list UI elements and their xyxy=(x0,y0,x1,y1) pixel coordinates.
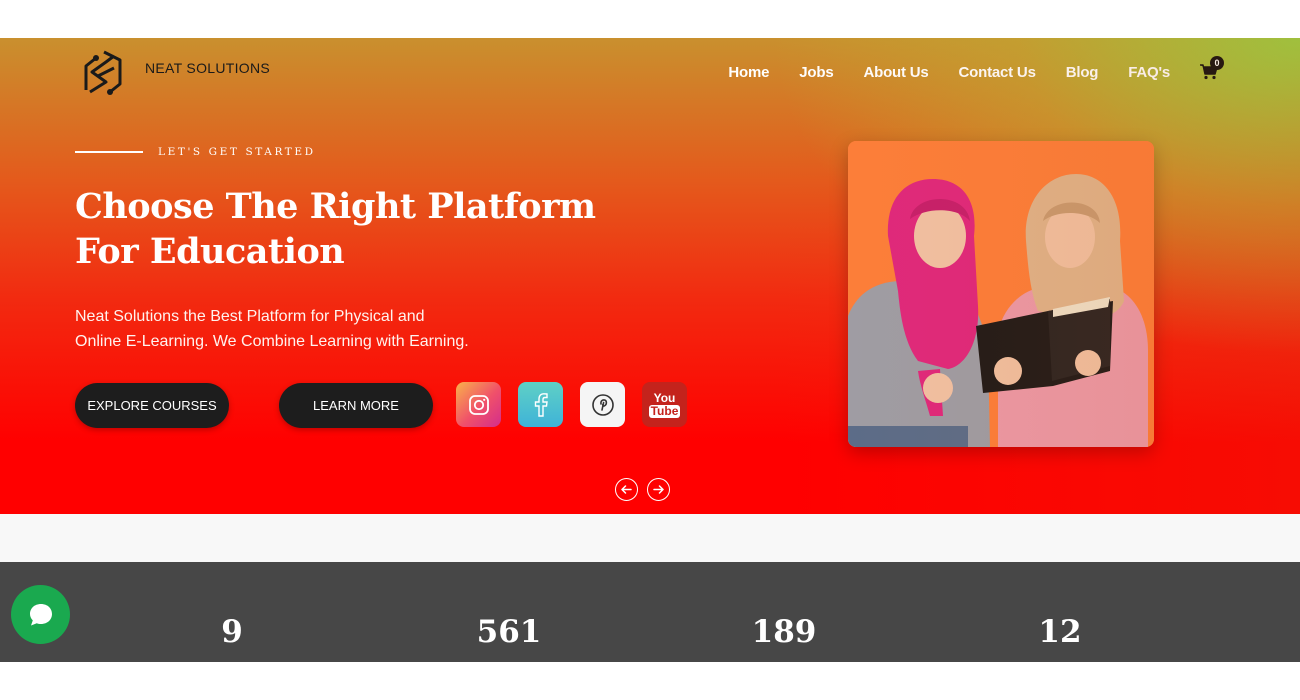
stat-value-1: 9 xyxy=(221,614,243,650)
youtube-icon: You Tube xyxy=(648,390,681,418)
slider-controls xyxy=(615,478,679,501)
next-slide-button[interactable] xyxy=(647,478,670,501)
hero-title-line1: Choose The Right Platform xyxy=(75,186,596,227)
hero-image xyxy=(848,141,1154,447)
chat-bubble-icon xyxy=(29,603,52,625)
brand-name: NEAT SOLUTIONS xyxy=(145,60,271,76)
instagram-icon xyxy=(468,394,489,415)
eyebrow-divider xyxy=(75,151,143,153)
cart-button[interactable]: 0 xyxy=(1200,56,1224,82)
learn-more-button[interactable]: LEARN MORE xyxy=(279,383,433,428)
facebook-link[interactable] xyxy=(518,382,563,427)
hero-description-line2: Online E-Learning. We Combine Learning w… xyxy=(75,333,469,350)
stat-value-3: 189 xyxy=(751,614,817,650)
youtube-text-top: You xyxy=(653,390,676,405)
hero-description: Neat Solutions the Best Platform for Phy… xyxy=(75,304,555,354)
hero-description-line1: Neat Solutions the Best Platform for Phy… xyxy=(75,308,425,325)
hero-title: Choose The Right Platform For Education xyxy=(75,184,596,274)
ns-monogram-icon xyxy=(84,50,122,95)
explore-courses-button[interactable]: EXPLORE COURSES xyxy=(75,383,229,428)
nav-blog[interactable]: Blog xyxy=(1066,64,1099,81)
instagram-link[interactable] xyxy=(456,382,501,427)
nav-about-us[interactable]: About Us xyxy=(863,64,928,81)
hero-eyebrow: LET'S GET STARTED xyxy=(75,146,316,158)
hero-section: NEAT SOLUTIONS Home Jobs About Us Contac… xyxy=(0,38,1300,514)
nav-contact-us[interactable]: Contact Us xyxy=(959,64,1036,81)
nav-faqs[interactable]: FAQ's xyxy=(1128,64,1170,81)
facebook-icon xyxy=(534,392,548,417)
stats-section: 9 561 189 12 xyxy=(0,562,1300,662)
main-nav: Home Jobs About Us Contact Us Blog FAQ's… xyxy=(698,56,1224,82)
eyebrow-text: LET'S GET STARTED xyxy=(158,146,316,158)
youtube-text-bottom: Tube xyxy=(648,403,681,418)
stat-value-4: 12 xyxy=(1038,614,1082,650)
pinterest-link[interactable] xyxy=(580,382,625,427)
chat-button[interactable] xyxy=(11,585,70,644)
arrow-left-icon xyxy=(621,485,632,494)
pinterest-icon xyxy=(591,393,614,416)
two-students-reading-book-photo xyxy=(848,141,1154,447)
arrow-right-icon xyxy=(653,485,664,494)
hero-title-line2: For Education xyxy=(75,231,345,272)
stat-value-2: 561 xyxy=(476,614,542,650)
brand-logo[interactable]: NEAT SOLUTIONS xyxy=(78,46,270,98)
section-spacer xyxy=(0,514,1300,562)
prev-slide-button[interactable] xyxy=(615,478,638,501)
cart-count-badge: 0 xyxy=(1210,56,1224,70)
nav-home[interactable]: Home xyxy=(728,64,769,81)
youtube-link[interactable]: You Tube xyxy=(642,382,687,427)
nav-jobs[interactable]: Jobs xyxy=(799,64,833,81)
